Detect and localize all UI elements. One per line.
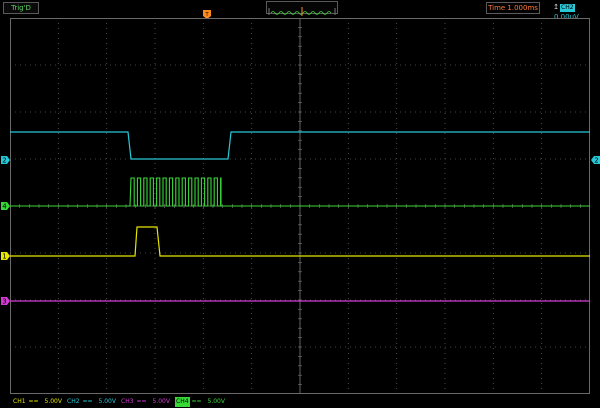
ch4-marker[interactable]: 4 — [1, 201, 11, 211]
svg-text:3: 3 — [2, 298, 6, 306]
svg-text:2: 2 — [2, 157, 6, 165]
ch3-scale: 5.00V — [152, 398, 170, 405]
trigger-channel: CH2 — [560, 4, 575, 12]
ch3-marker[interactable]: 3 — [1, 296, 11, 306]
ch3-status[interactable]: CH3 == 5.00V — [120, 397, 170, 407]
ch2-marker[interactable]: 2 — [1, 155, 11, 165]
channel-status-bar: CH1 == 5.00V CH2 == 5.00V CH3 == 5.00V CH4 … — [0, 396, 600, 408]
waveform-overview[interactable] — [266, 1, 338, 16]
ch3-name: CH3 — [121, 398, 134, 405]
ch1-marker[interactable]: 1 — [1, 251, 11, 261]
timebase-readout[interactable]: Time 1.000ms — [486, 2, 540, 14]
trigger-status: Trig'D — [3, 2, 39, 14]
ch1-status[interactable]: CH1 == 5.00V — [12, 397, 62, 407]
ch1-scale: 5.00V — [44, 398, 62, 405]
trigger-edge-icon: ↥ — [553, 3, 559, 11]
ch2-scale: 5.00V — [98, 398, 116, 405]
svg-text:1: 1 — [2, 253, 6, 261]
svg-text:2: 2 — [594, 157, 598, 165]
trigger-level-marker[interactable]: 2 — [590, 155, 600, 165]
top-status-bar: Trig'D Time 1.000ms ↥ CH20.00uV — [0, 0, 600, 21]
ch2-name: CH2 — [67, 398, 80, 405]
ch4-status[interactable]: CH4 == 5.00V — [175, 397, 225, 407]
ch4-scale: 5.00V — [207, 398, 225, 405]
trigger-source[interactable]: ↥ CH20.00uV — [552, 2, 598, 21]
overview-trace — [268, 7, 336, 16]
scope-screen[interactable] — [10, 18, 590, 394]
svg-text:4: 4 — [2, 203, 7, 211]
ch1-name: CH1 — [13, 398, 26, 405]
ch4-name: CH4 — [175, 397, 190, 407]
ch2-status[interactable]: CH2 == 5.00V — [66, 397, 116, 407]
